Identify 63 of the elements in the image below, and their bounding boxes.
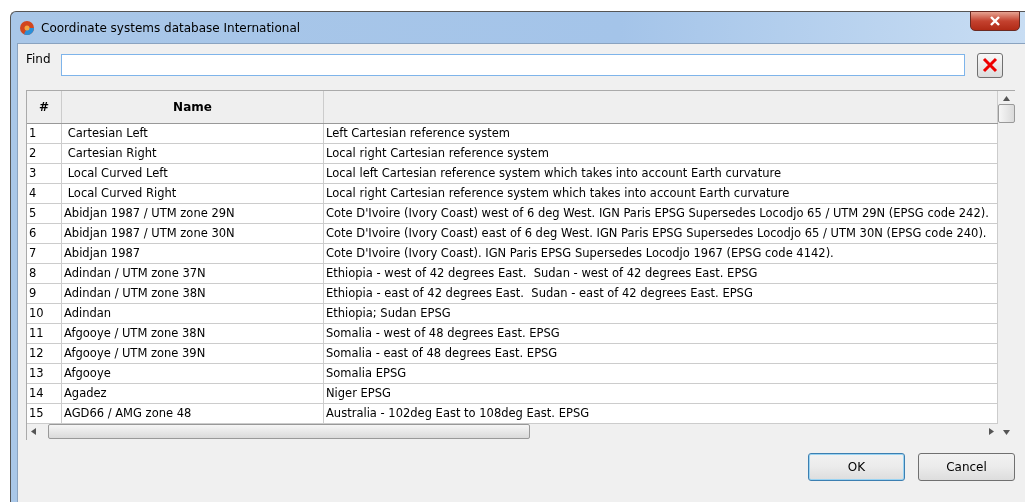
down-arrow-icon[interactable] [1003,429,1010,435]
table-cell: Left Cartesian reference system [323,123,998,143]
table-cell: Local right Cartesian reference system [323,143,998,163]
table-cell: Ethiopia; Sudan EPSG [323,303,998,323]
table-cell: Abidjan 1987 / UTM zone 29N [61,203,324,223]
cancel-button[interactable]: Cancel [918,452,1015,481]
table-cell: Somalia - east of 48 degrees East. EPSG [323,343,998,363]
table-cell: Afgooye [61,363,324,383]
table-cell: Agadez [61,383,324,403]
table-cell: 8 [27,263,62,283]
left-arrow-icon[interactable] [31,428,36,435]
table-cell: Australia - 102deg East to 108deg East. EPSG [323,403,998,423]
clear-button[interactable] [976,52,1003,78]
scrollbar-thumb[interactable] [48,424,530,439]
find-field[interactable] [60,54,965,76]
table-cell: Adindan / UTM zone 37N [61,263,324,283]
table-cell: Adindan [61,303,324,323]
table-cell: 15 [27,403,62,423]
table-cell: 10 [27,303,62,323]
table-cell: 6 [27,223,62,243]
right-arrow-icon[interactable] [989,428,994,435]
table-cell: Afgooye / UTM zone 39N [61,343,324,363]
table-cell: Cartesian Left [61,123,324,143]
scrollbar-thumb[interactable] [998,104,1015,123]
table-cell: 4 [27,183,62,203]
table-cell: Cote D'Ivoire (Ivory Coast) west of 6 deg West. IGN Paris EPSG Supersedes Locodjo 65 / UTM 29N (EPSG code 242). [323,203,998,223]
find-label: Find [26,52,51,66]
table-cell: Local left Cartesian reference system which takes into account Earth curvature [323,163,998,183]
table-cell: 9 [27,283,62,303]
table-cell: Adindan / UTM zone 38N [61,283,324,303]
table-cell: 5 [27,203,62,223]
table-cell: Somalia EPSG [323,363,998,383]
table-cell: Abidjan 1987 [61,243,324,263]
table-cell: 3 [27,163,62,183]
close-button[interactable] [970,11,1020,31]
table-cell: Ethiopia - west of 42 degrees East. Sudan - west of 42 degrees East. EPSG [323,263,998,283]
column-header[interactable]: Name [61,91,324,123]
table-cell: Afgooye / UTM zone 38N [61,323,324,343]
globe-icon [19,19,35,36]
table-cell: Somalia - west of 48 degrees East. EPSG [323,323,998,343]
column-header[interactable]: # [27,91,62,123]
table-cell: 1 [27,123,62,143]
up-arrow-icon[interactable] [1003,96,1010,101]
close-icon [980,56,999,74]
table-cell: 12 [27,343,62,363]
window-title: Coordinate systems database International [41,20,301,35]
table-cell: Local right Cartesian reference system which takes into account Earth curvature [323,183,998,203]
close-icon [989,16,1001,26]
table-cell: Niger EPSG [323,383,998,403]
table-cell: Cote D'Ivoire (Ivory Coast). IGN Paris EPSG Supersedes Locodjo 1967 (EPSG code 4142). [323,243,998,263]
table-cell: 2 [27,143,62,163]
table-cell: Ethiopia - east of 42 degrees East. Sudan - east of 42 degrees East. EPSG [323,283,998,303]
table-cell: AGD66 / AMG zone 48 [61,403,324,423]
ok-button[interactable]: OK [808,452,905,481]
table-cell: 7 [27,243,62,263]
table-cell: Cote D'Ivoire (Ivory Coast) east of 6 deg West. IGN Paris EPSG Supersedes Locodjo 65 / UTM 30N (EPSG code 240). [323,223,998,243]
table-cell: Local Curved Right [61,183,324,203]
table-cell: 13 [27,363,62,383]
table-cell: Cartesian Right [61,143,324,163]
table-cell: Local Curved Left [61,163,324,183]
table-cell: Abidjan 1987 / UTM zone 30N [61,223,324,243]
table-cell: 14 [27,383,62,403]
table-cell: 11 [27,323,62,343]
